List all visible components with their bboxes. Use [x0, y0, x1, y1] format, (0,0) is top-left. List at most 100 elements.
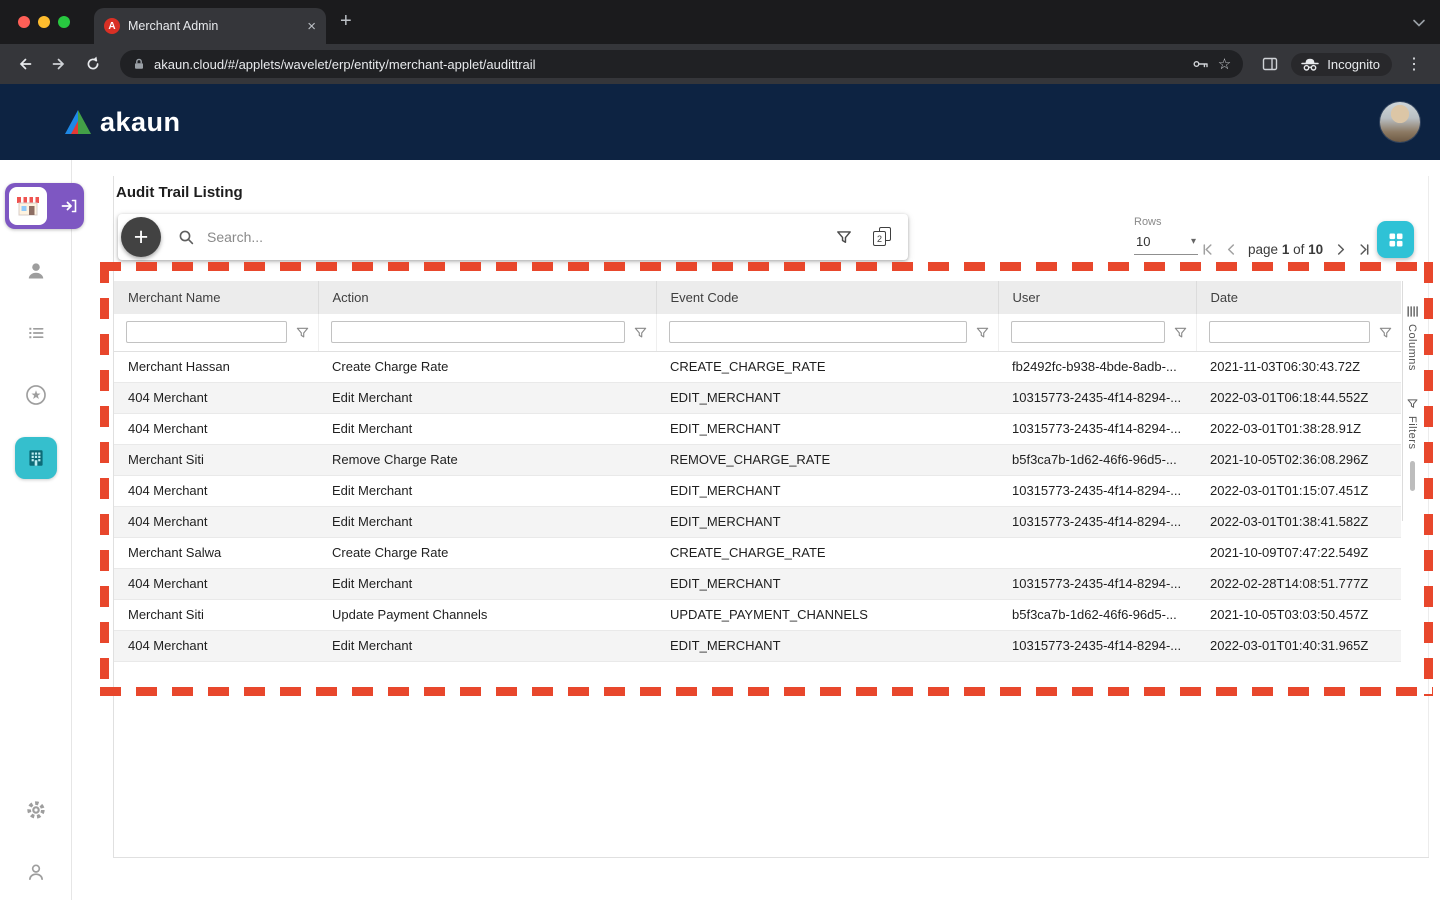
table-cell: b5f3ca7b-1d62-46f6-96d5-...	[998, 444, 1196, 475]
previous-page-button[interactable]	[1221, 239, 1241, 259]
next-page-button[interactable]	[1330, 239, 1350, 259]
column-filter-input[interactable]	[1209, 321, 1371, 343]
filters-tab-label: Filters	[1406, 416, 1418, 449]
filter-funnel-icon[interactable]	[633, 325, 648, 340]
table-cell: 2021-10-09T07:47:22.549Z	[1196, 537, 1401, 568]
reload-button[interactable]	[80, 51, 106, 77]
table-row[interactable]: 404 MerchantEdit MerchantEDIT_MERCHANT10…	[114, 413, 1401, 444]
column-header[interactable]: Date	[1196, 281, 1401, 314]
sidebar-item-entity-active[interactable]	[15, 437, 57, 479]
scrollbar-thumb[interactable]	[1410, 461, 1415, 491]
page-title: Audit Trail Listing	[116, 184, 243, 201]
filters-tab[interactable]: Filters	[1406, 397, 1419, 449]
select-pages-icon[interactable]: 2	[873, 227, 894, 247]
user-avatar[interactable]	[1380, 102, 1420, 142]
table-row[interactable]: Merchant SitiUpdate Payment ChannelsUPDA…	[114, 599, 1401, 630]
audit-trail-table: Merchant NameActionEvent CodeUserDate Me…	[114, 281, 1401, 662]
sign-in-arrow-icon	[60, 197, 78, 220]
profile-icon[interactable]	[22, 858, 50, 886]
grid-view-button[interactable]	[1377, 221, 1414, 258]
first-page-button[interactable]	[1198, 239, 1218, 259]
new-tab-button[interactable]: +	[340, 10, 352, 33]
of-word: of	[1293, 242, 1304, 257]
table-cell: Create Charge Rate	[318, 537, 656, 568]
table-cell	[998, 537, 1196, 568]
table-cell: 10315773-2435-4f14-8294-...	[998, 506, 1196, 537]
browser-tab[interactable]: A Merchant Admin ×	[94, 8, 326, 44]
table-side-panel: Columns Filters	[1402, 281, 1421, 521]
table-cell: Edit Merchant	[318, 413, 656, 444]
table-cell: 10315773-2435-4f14-8294-...	[998, 475, 1196, 506]
table-row[interactable]: 404 MerchantEdit MerchantEDIT_MERCHANT10…	[114, 475, 1401, 506]
incognito-label: Incognito	[1327, 57, 1380, 72]
table-cell: 2021-10-05T03:03:50.457Z	[1196, 599, 1401, 630]
table-cell: 2021-11-03T06:30:43.72Z	[1196, 351, 1401, 382]
sidebar-item-favorites[interactable]	[22, 381, 50, 409]
table-cell: REMOVE_CHARGE_RATE	[656, 444, 998, 475]
toolbar-funnel-icon[interactable]	[835, 228, 853, 246]
table-cell: fb2492fc-b938-4bde-8adb-...	[998, 351, 1196, 382]
table-cell: EDIT_MERCHANT	[656, 413, 998, 444]
password-key-icon[interactable]	[1192, 55, 1210, 73]
filter-funnel-icon[interactable]	[975, 325, 990, 340]
table-row[interactable]: 404 MerchantEdit MerchantEDIT_MERCHANT10…	[114, 506, 1401, 537]
table-row[interactable]: 404 MerchantEdit MerchantEDIT_MERCHANT10…	[114, 382, 1401, 413]
sidebar-item-users[interactable]	[22, 257, 50, 285]
traffic-light-zoom[interactable]	[58, 16, 70, 28]
brand[interactable]: akaun	[64, 107, 181, 138]
column-header[interactable]: Event Code	[656, 281, 998, 314]
column-filter-input[interactable]	[126, 321, 287, 343]
column-header[interactable]: Action	[318, 281, 656, 314]
column-filter-input[interactable]	[669, 321, 967, 343]
annotation-edge-bottom	[100, 687, 1433, 696]
column-header[interactable]: Merchant Name	[114, 281, 318, 314]
table-cell: EDIT_MERCHANT	[656, 506, 998, 537]
table-filter-row	[114, 314, 1401, 351]
bookmark-star-icon[interactable]: ☆	[1218, 57, 1231, 72]
rows-per-page-select[interactable]: 10 ▾	[1134, 230, 1198, 255]
add-button[interactable]: +	[121, 217, 161, 257]
annotation-edge-top	[100, 262, 1433, 271]
settings-gear-icon[interactable]	[22, 796, 50, 824]
forward-button[interactable]	[46, 51, 72, 77]
tab-close-icon[interactable]: ×	[307, 19, 316, 34]
back-button[interactable]	[12, 51, 38, 77]
incognito-badge: Incognito	[1291, 53, 1392, 76]
column-header[interactable]: User	[998, 281, 1196, 314]
storefront-icon	[9, 187, 47, 225]
columns-tab[interactable]: Columns	[1406, 305, 1419, 371]
traffic-light-minimize[interactable]	[38, 16, 50, 28]
table-cell: 404 Merchant	[114, 630, 318, 661]
table-cell: 10315773-2435-4f14-8294-...	[998, 630, 1196, 661]
table-row[interactable]: Merchant HassanCreate Charge RateCREATE_…	[114, 351, 1401, 382]
table-cell: Create Charge Rate	[318, 351, 656, 382]
tab-list-caret-icon[interactable]	[1410, 14, 1428, 37]
sidebar-item-listing[interactable]	[22, 319, 50, 347]
table-row[interactable]: Merchant SalwaCreate Charge RateCREATE_C…	[114, 537, 1401, 568]
table-cell: 404 Merchant	[114, 413, 318, 444]
current-page-number: 1	[1282, 242, 1290, 257]
table-cell: Merchant Salwa	[114, 537, 318, 568]
table-row[interactable]: Merchant SitiRemove Charge RateREMOVE_CH…	[114, 444, 1401, 475]
table-cell: 2022-03-01T01:38:41.582Z	[1196, 506, 1401, 537]
column-filter-input[interactable]	[1011, 321, 1165, 343]
sidebar-item-merchant-applet[interactable]	[5, 183, 84, 229]
traffic-light-close[interactable]	[18, 16, 30, 28]
page-word: page	[1248, 242, 1278, 257]
audit-trail-table-wrap: Merchant NameActionEvent CodeUserDate Me…	[114, 281, 1401, 662]
last-page-button[interactable]	[1353, 239, 1373, 259]
url-bar[interactable]: akaun.cloud/#/applets/wavelet/erp/entity…	[120, 50, 1243, 78]
side-panel-icon[interactable]	[1257, 51, 1283, 77]
table-cell: 404 Merchant	[114, 382, 318, 413]
column-filter-input[interactable]	[331, 321, 625, 343]
filter-funnel-icon[interactable]	[295, 325, 310, 340]
sidebar	[0, 160, 72, 900]
table-cell: UPDATE_PAYMENT_CHANNELS	[656, 599, 998, 630]
table-row[interactable]: 404 MerchantEdit MerchantEDIT_MERCHANT10…	[114, 568, 1401, 599]
filter-funnel-icon[interactable]	[1173, 325, 1188, 340]
filter-funnel-icon[interactable]	[1378, 325, 1393, 340]
search-icon	[178, 229, 195, 246]
table-row[interactable]: 404 MerchantEdit MerchantEDIT_MERCHANT10…	[114, 630, 1401, 661]
browser-menu-icon[interactable]: ⋮	[1400, 54, 1428, 74]
search-input[interactable]	[207, 229, 823, 245]
